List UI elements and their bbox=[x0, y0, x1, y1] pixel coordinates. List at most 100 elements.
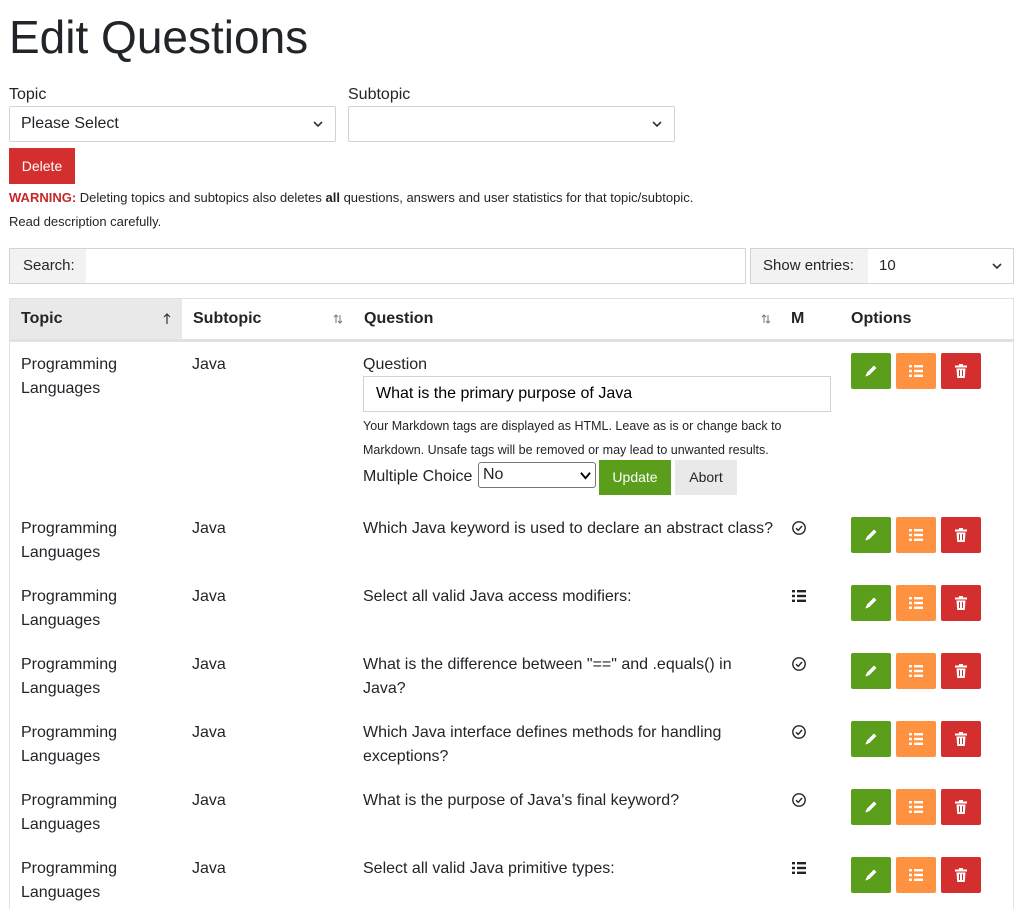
list-icon bbox=[791, 588, 807, 604]
delete-row-button[interactable] bbox=[941, 585, 981, 621]
row-subtopic: Java bbox=[192, 588, 226, 605]
delete-row-button[interactable] bbox=[941, 857, 981, 893]
list-icon bbox=[909, 801, 923, 813]
warning-text: WARNING: Deleting topics and subtopics a… bbox=[9, 189, 693, 206]
col-subtopic-header[interactable]: Subtopic bbox=[182, 299, 354, 339]
delete-row-button[interactable] bbox=[941, 721, 981, 757]
markdown-hint-line1: Your Markdown tags are displayed as HTML… bbox=[363, 419, 782, 433]
entries-select[interactable]: Show entries: 10 bbox=[750, 248, 1014, 284]
row-question: Which Java interface defines methods for… bbox=[363, 721, 773, 769]
chevron-down-icon bbox=[313, 121, 323, 128]
row-topic: Programming Languages bbox=[21, 789, 117, 837]
check-circle-icon bbox=[791, 724, 807, 740]
edit-button[interactable] bbox=[851, 517, 891, 553]
row-topic-line1: Programming bbox=[21, 656, 118, 673]
search-input[interactable] bbox=[86, 249, 745, 283]
update-button[interactable]: Update bbox=[599, 460, 671, 495]
row-question: Select all valid Java access modifiers: bbox=[363, 585, 773, 609]
row-question-line2: Java? bbox=[363, 680, 406, 697]
edit-button[interactable] bbox=[851, 353, 891, 389]
list-icon bbox=[909, 529, 923, 541]
read-note: Read description carefully. bbox=[9, 214, 162, 229]
row-topic-line2: Languages bbox=[21, 816, 101, 833]
row-subtopic: Java bbox=[192, 520, 226, 537]
pencil-icon bbox=[865, 733, 877, 745]
answers-button[interactable] bbox=[896, 857, 936, 893]
answers-button[interactable] bbox=[896, 517, 936, 553]
row-question-line1: Select all valid Java access modifiers: bbox=[363, 588, 632, 605]
list-icon bbox=[909, 665, 923, 677]
edit-button[interactable] bbox=[851, 585, 891, 621]
row-question: What is the difference between "==" and … bbox=[363, 653, 773, 701]
sort-asc-icon bbox=[163, 313, 171, 324]
row-topic: Programming Languages bbox=[21, 517, 117, 565]
row-topic: Programming Languages bbox=[21, 721, 117, 769]
edit-question-input[interactable] bbox=[363, 376, 831, 412]
row-topic-line2: Languages bbox=[21, 612, 101, 629]
answers-button[interactable] bbox=[896, 789, 936, 825]
row-subtopic: Java bbox=[192, 656, 226, 673]
delete-button[interactable]: Delete bbox=[9, 148, 75, 184]
row-topic: Programming Languages bbox=[21, 857, 117, 905]
edit-button[interactable] bbox=[851, 653, 891, 689]
col-subtopic-label: Subtopic bbox=[193, 310, 262, 327]
trash-icon bbox=[955, 528, 967, 542]
row-topic-line2: Languages bbox=[21, 748, 101, 765]
warning-bold: all bbox=[325, 190, 340, 205]
list-icon bbox=[791, 860, 807, 876]
abort-button[interactable]: Abort bbox=[675, 460, 737, 495]
answers-button[interactable] bbox=[896, 653, 936, 689]
col-options-label: Options bbox=[851, 310, 912, 327]
sort-both-icon bbox=[761, 314, 771, 324]
multiple-choice-label: Multiple Choice bbox=[363, 468, 473, 485]
answers-button[interactable] bbox=[896, 353, 936, 389]
trash-icon bbox=[955, 364, 967, 378]
row-topic-line2: Languages bbox=[21, 544, 101, 561]
topic-select[interactable]: Please Select bbox=[9, 106, 336, 142]
table-header: Topic Subtopic Question M Options bbox=[10, 299, 1013, 342]
delete-row-button[interactable] bbox=[941, 517, 981, 553]
row-question-line1: Which Java interface defines methods for… bbox=[363, 724, 722, 741]
col-topic-label: Topic bbox=[21, 310, 63, 327]
col-options-header: Options bbox=[840, 299, 1013, 339]
col-topic-header[interactable]: Topic bbox=[10, 299, 182, 339]
pencil-icon bbox=[865, 869, 877, 881]
row-topic-line1: Programming bbox=[21, 356, 118, 373]
pencil-icon bbox=[865, 665, 877, 677]
questions-table: Topic Subtopic Question M Options Progra… bbox=[9, 298, 1014, 909]
edit-button[interactable] bbox=[851, 857, 891, 893]
edit-button[interactable] bbox=[851, 721, 891, 757]
row-topic-line1: Programming bbox=[21, 792, 118, 809]
row-question-line1: What is the purpose of Java's final keyw… bbox=[363, 792, 680, 809]
row-topic-line1: Programming bbox=[21, 860, 118, 877]
col-m-header[interactable]: M bbox=[780, 299, 840, 339]
row-topic-line1: Programming bbox=[21, 520, 118, 537]
row-subtopic: Java bbox=[192, 792, 226, 809]
chevron-down-icon bbox=[992, 263, 1002, 270]
answers-button[interactable] bbox=[896, 721, 936, 757]
row-subtopic: Java bbox=[192, 860, 226, 877]
row-question: What is the purpose of Java's final keyw… bbox=[363, 789, 773, 813]
row-question: Which Java keyword is used to declare an… bbox=[363, 517, 773, 541]
warning-prefix: WARNING: bbox=[9, 190, 77, 205]
edit-button[interactable] bbox=[851, 789, 891, 825]
delete-row-button[interactable] bbox=[941, 653, 981, 689]
row-subtopic: Java bbox=[192, 724, 226, 741]
list-icon bbox=[909, 869, 923, 881]
answers-button[interactable] bbox=[896, 585, 936, 621]
entries-label: Show entries: bbox=[751, 249, 868, 283]
warning-text-2: questions, answers and user statistics f… bbox=[339, 190, 694, 205]
subtopic-select[interactable] bbox=[348, 106, 675, 142]
row-topic-line2: Languages bbox=[21, 380, 101, 397]
trash-icon bbox=[955, 732, 967, 746]
multiple-choice-select[interactable]: No bbox=[478, 462, 596, 488]
subtopic-label: Subtopic bbox=[348, 86, 411, 103]
check-circle-icon bbox=[791, 656, 807, 672]
col-question-header[interactable]: Question bbox=[353, 299, 780, 339]
row-subtopic: Java bbox=[192, 356, 226, 373]
list-icon bbox=[909, 733, 923, 745]
row-question-line1: Select all valid Java primitive types: bbox=[363, 860, 615, 877]
row-topic: Programming Languages bbox=[21, 353, 117, 401]
delete-row-button[interactable] bbox=[941, 789, 981, 825]
delete-row-button[interactable] bbox=[941, 353, 981, 389]
